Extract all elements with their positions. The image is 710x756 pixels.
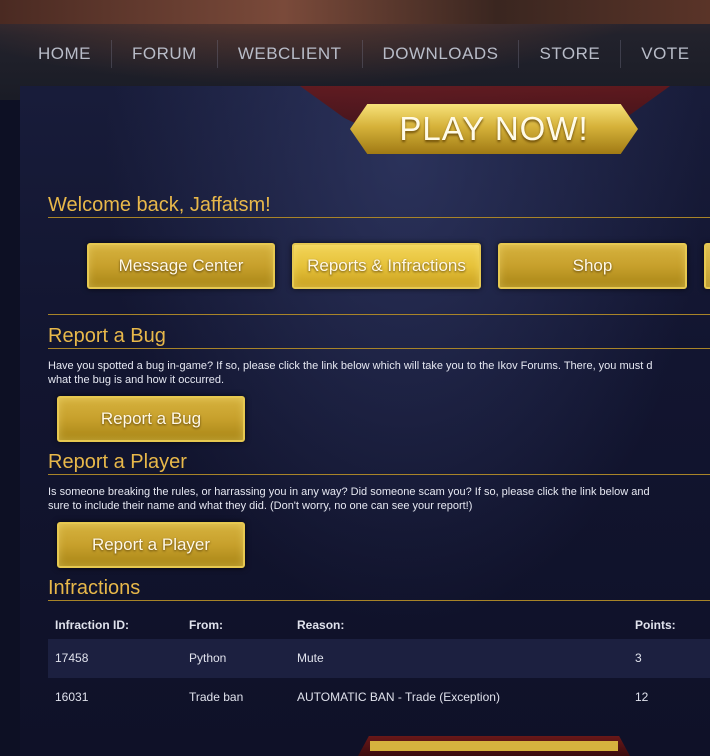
nav-home[interactable]: HOME	[0, 40, 112, 68]
cell-infraction-id: 17458	[55, 651, 89, 665]
report-bug-text-2: what the bug is and how it occurred.	[48, 374, 225, 386]
table-row: 16031 Trade ban AUTOMATIC BAN - Trade (E…	[48, 678, 710, 717]
divider	[48, 348, 710, 349]
nav-store[interactable]: STORE	[519, 40, 622, 68]
report-player-button[interactable]: Report a Player	[57, 522, 245, 568]
cell-reason: AUTOMATIC BAN - Trade (Exception)	[297, 690, 500, 704]
infractions-title: Infractions	[48, 577, 141, 599]
infractions-table: Infraction ID: From: Reason: Points: 174…	[48, 606, 710, 717]
report-bug-button[interactable]: Report a Bug	[57, 396, 245, 442]
cell-infraction-id: 16031	[55, 690, 89, 704]
report-player-text-1: Is someone breaking the rules, or harras…	[48, 486, 650, 498]
cell-from: Python	[189, 651, 227, 665]
main-nav: HOME FORUM WEBCLIENT DOWNLOADS STORE VOT…	[0, 40, 710, 68]
table-header-row: Infraction ID: From: Reason: Points:	[48, 606, 710, 639]
nav-webclient[interactable]: WEBCLIENT	[218, 40, 363, 68]
cell-points: 12	[635, 690, 649, 704]
tab-reports-infractions[interactable]: Reports & Infractions	[292, 243, 481, 289]
tab-message-center[interactable]: Message Center	[87, 243, 275, 289]
divider	[48, 314, 710, 315]
nav-downloads[interactable]: DOWNLOADS	[363, 40, 520, 68]
divider	[48, 600, 710, 601]
cell-from: Trade ban	[189, 690, 244, 704]
cell-points: 3	[635, 651, 642, 665]
table-row: 17458 Python Mute 3	[48, 639, 710, 678]
welcome-title: Welcome back, Jaffatsm!	[48, 194, 271, 216]
site-header: HOME FORUM WEBCLIENT DOWNLOADS STORE VOT…	[0, 0, 710, 100]
play-now-button[interactable]: PLAY NOW!	[350, 104, 638, 154]
footer-button-edge[interactable]	[370, 741, 618, 751]
nav-forum[interactable]: FORUM	[112, 40, 218, 68]
header-artwork	[0, 0, 710, 24]
play-now-label: PLAY NOW!	[399, 110, 589, 147]
divider	[48, 474, 710, 475]
tab-shop[interactable]: Shop	[498, 243, 687, 289]
report-bug-text-1: Have you spotted a bug in-game? If so, p…	[48, 360, 653, 372]
report-bug-title: Report a Bug	[48, 325, 166, 347]
nav-vote[interactable]: VOTE	[621, 40, 709, 68]
report-player-title: Report a Player	[48, 451, 187, 473]
report-player-text-2: sure to include their name and what they…	[48, 500, 473, 512]
divider	[48, 217, 710, 218]
tab-partial[interactable]	[704, 243, 710, 289]
cell-reason: Mute	[297, 651, 324, 665]
